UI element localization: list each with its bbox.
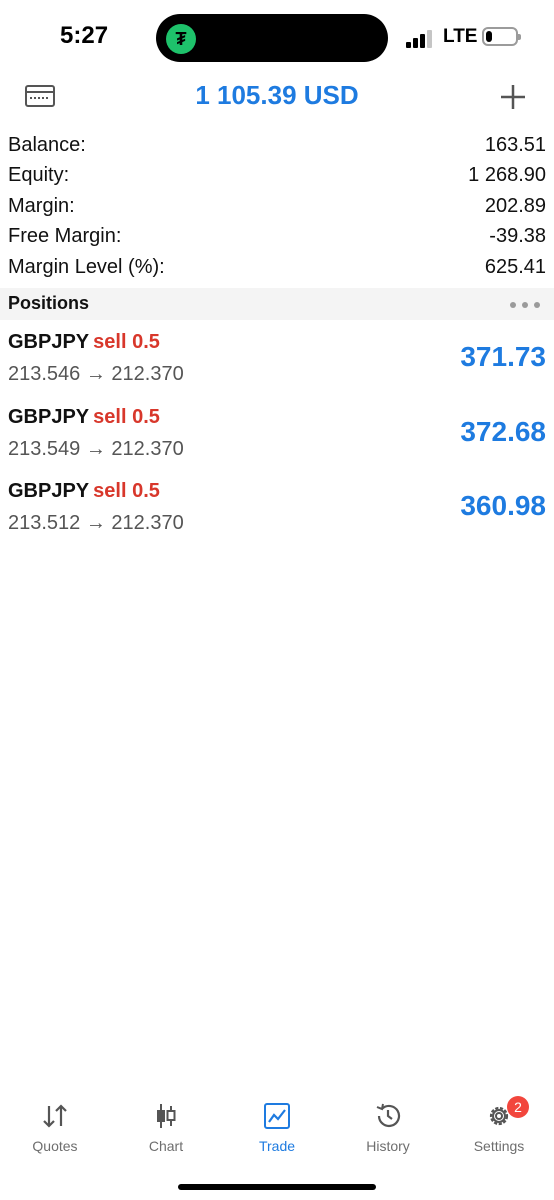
tab-label: Trade	[258, 1138, 296, 1154]
tab-history[interactable]: History	[333, 1092, 443, 1162]
summary-value: -39.38	[489, 225, 546, 248]
tether-app-icon: ₮	[166, 24, 196, 54]
summary-value: 625.41	[484, 255, 546, 278]
summary-label: Margin Level (%):	[8, 255, 165, 278]
tab-trade[interactable]: Trade	[222, 1092, 332, 1162]
summary-row-margin-level: Margin Level (%): 625.41	[0, 252, 554, 283]
summary-row-margin: Margin: 202.89	[0, 191, 554, 222]
battery-icon	[482, 27, 521, 46]
summary-value: 163.51	[484, 133, 546, 156]
position-side: sell 0.5	[93, 331, 160, 353]
history-icon	[376, 1103, 401, 1128]
quotes-icon	[43, 1104, 67, 1128]
positions-title: Positions	[8, 293, 90, 313]
summary-label: Free Margin:	[8, 225, 122, 248]
battery-level	[486, 31, 492, 42]
summary-row-equity: Equity: 1 268.90	[0, 161, 554, 192]
position-title: GBPJPY sell 0.5	[8, 331, 160, 354]
home-indicator[interactable]	[178, 1184, 376, 1190]
tab-label: Settings	[473, 1138, 525, 1154]
plus-icon[interactable]	[500, 84, 526, 110]
page-title: 1 105.39 USD	[195, 80, 359, 110]
position-prices: 213.546 → 212.370	[8, 363, 184, 385]
trade-icon	[264, 1103, 290, 1129]
position-prices: 213.549 → 212.370	[8, 437, 184, 460]
dynamic-island: ₮	[156, 14, 388, 62]
tab-label: Chart	[148, 1138, 184, 1154]
position-row[interactable]: GBPJPY sell 0.5 213.512 → 212.370 360.98	[0, 474, 554, 549]
status-time: 5:27	[60, 22, 109, 49]
tab-chart[interactable]: Chart	[111, 1092, 221, 1162]
position-prices: 213.512 → 212.370	[8, 512, 184, 534]
position-symbol: GBPJPY	[8, 480, 90, 502]
position-row[interactable]: GBPJPY sell 0.5 213.549 → 212.370 372.68	[0, 400, 554, 475]
tab-settings[interactable]: 2 Settings	[444, 1092, 554, 1162]
summary-value: 202.89	[484, 194, 546, 217]
position-profit: 372.68	[460, 415, 546, 447]
position-side: sell 0.5	[93, 405, 160, 428]
positions-list: GBPJPY sell 0.5 213.546 → 212.370 371.73 …	[0, 325, 554, 549]
header: 1 105.39 USD	[0, 76, 554, 120]
chart-icon	[157, 1104, 176, 1128]
position-profit: 360.98	[460, 490, 546, 521]
notification-badge: 2	[507, 1096, 529, 1118]
tab-label: Quotes	[32, 1138, 78, 1154]
position-profit: 371.73	[460, 341, 546, 372]
network-type: LTE	[443, 26, 478, 47]
status-bar: 5:27 ₮ LTE	[0, 0, 554, 76]
summary-label: Margin:	[8, 194, 75, 217]
position-side: sell 0.5	[93, 480, 160, 502]
position-symbol: GBPJPY	[8, 331, 90, 353]
position-title: GBPJPY sell 0.5	[8, 406, 160, 429]
summary-label: Balance:	[8, 133, 86, 156]
summary-row-free-margin: Free Margin: -39.38	[0, 222, 554, 253]
tab-bar: Quotes Chart Trade History 2 Settings	[0, 1092, 554, 1162]
positions-section-header: Positions	[0, 288, 554, 320]
position-symbol: GBPJPY	[8, 405, 90, 428]
tab-quotes[interactable]: Quotes	[0, 1092, 110, 1162]
summary-row-balance: Balance: 163.51	[0, 130, 554, 161]
signal-strength-icon	[406, 30, 436, 48]
more-options-icon[interactable]	[510, 302, 540, 308]
summary-value: 1 268.90	[468, 164, 546, 187]
position-title: GBPJPY sell 0.5	[8, 480, 160, 503]
summary-label: Equity:	[8, 164, 70, 187]
account-summary: Balance: 163.51 Equity: 1 268.90 Margin:…	[0, 130, 554, 283]
position-row[interactable]: GBPJPY sell 0.5 213.546 → 212.370 371.73	[0, 325, 554, 400]
tab-label: History	[366, 1138, 410, 1154]
